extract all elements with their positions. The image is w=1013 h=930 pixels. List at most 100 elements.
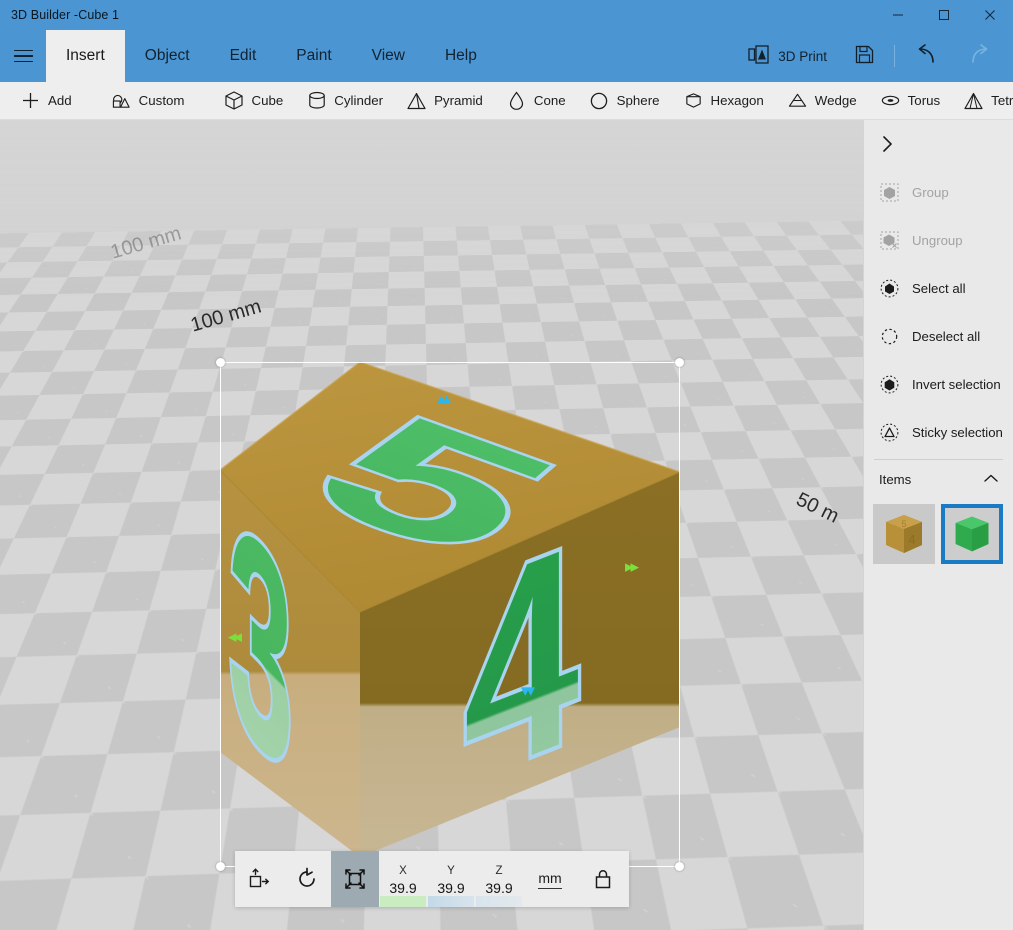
tab-insert[interactable]: Insert <box>46 30 125 82</box>
maximize-button[interactable] <box>921 0 967 30</box>
sidebar-item-select-all[interactable]: Select all <box>864 264 1013 312</box>
menu-divider <box>894 45 895 67</box>
rotate-tool-button[interactable] <box>283 851 331 907</box>
sticky-selection-icon <box>879 422 900 443</box>
tab-object[interactable]: Object <box>125 30 210 82</box>
item-thumb-die[interactable]: 5 4 <box>873 504 935 564</box>
save-icon <box>855 45 874 67</box>
selection-handle-bottom-right[interactable] <box>675 862 684 871</box>
chevron-up-icon[interactable] <box>983 472 999 487</box>
sphere-icon <box>590 91 609 110</box>
items-section-header[interactable]: Items <box>864 460 1013 498</box>
sidebar-item-group[interactable]: Group <box>864 168 1013 216</box>
tab-help-label: Help <box>444 47 477 64</box>
cube-icon <box>224 91 243 110</box>
sidebar-item-select-all-label: Select all <box>912 280 966 296</box>
ribbon-pyramid-label: Pyramid <box>434 93 483 108</box>
scale-y-axis-label: Y <box>447 864 455 877</box>
sidebar-item-deselect-all-label: Deselect all <box>912 328 981 344</box>
tab-paint[interactable]: Paint <box>276 30 351 82</box>
sidebar-item-group-label: Group <box>912 184 949 200</box>
scale-y-field[interactable]: Y 39.9 <box>427 851 475 907</box>
tab-view[interactable]: View <box>352 30 425 82</box>
close-button[interactable] <box>967 0 1013 30</box>
selection-bounding-box <box>216 358 684 871</box>
svg-text:5: 5 <box>901 519 906 529</box>
move-tool-icon <box>249 868 270 888</box>
ribbon-cube-label: Cube <box>251 93 284 108</box>
cylinder-icon <box>307 91 326 110</box>
chevron-right-icon <box>883 136 892 152</box>
ribbon-sphere-button[interactable]: Sphere <box>578 84 672 118</box>
ribbon-wedge-button[interactable]: Wedge <box>776 84 869 118</box>
group-icon <box>879 182 900 203</box>
hamburger-menu-icon[interactable] <box>0 30 46 82</box>
item-thumb-green-cube[interactable] <box>941 504 1003 564</box>
lock-aspect-button[interactable] <box>577 851 629 907</box>
selection-edge-top <box>220 362 680 363</box>
move-tool-button[interactable] <box>235 851 283 907</box>
insert-ribbon: Add Custom Cube Cylinder Pyramid Cone Sp… <box>0 82 1013 120</box>
ribbon-add-button[interactable]: Add <box>9 84 84 118</box>
selection-handle-top-right[interactable] <box>675 358 684 367</box>
selection-handle-top-left[interactable] <box>216 358 225 367</box>
ribbon-sphere-label: Sphere <box>616 93 660 108</box>
invert-selection-icon <box>879 374 900 395</box>
3d-print-button[interactable]: 3D Print <box>734 30 841 82</box>
sidebar-item-ungroup[interactable]: Ungroup <box>864 216 1013 264</box>
sidebar-item-ungroup-label: Ungroup <box>912 232 963 248</box>
unit-selector[interactable]: mm <box>523 851 577 907</box>
undo-icon <box>915 43 939 69</box>
ungroup-icon <box>879 230 900 251</box>
cone-icon <box>507 91 526 110</box>
rotate-tool-icon <box>299 867 315 887</box>
scale-x-value: 39.9 <box>389 879 417 896</box>
items-thumbnail-grid: 5 4 <box>864 498 1013 564</box>
custom-shape-icon <box>112 91 131 110</box>
selection-edge-left <box>220 362 221 867</box>
undo-button[interactable] <box>901 30 953 82</box>
ribbon-custom-label: Custom <box>138 93 185 108</box>
sidebar-item-invert-selection-label: Invert selection <box>912 376 1001 392</box>
scale-tool-button[interactable] <box>331 851 379 907</box>
tab-edit[interactable]: Edit <box>210 30 277 82</box>
torus-icon <box>881 91 900 110</box>
tab-paint-label: Paint <box>296 47 332 64</box>
sidebar-expand-button[interactable] <box>864 120 1013 168</box>
ribbon-cube-button[interactable]: Cube <box>212 84 295 118</box>
unit-label: mm <box>538 870 562 889</box>
select-all-icon <box>879 278 900 299</box>
ribbon-cylinder-button[interactable]: Cylinder <box>295 84 395 118</box>
tetrahedron-icon <box>964 91 983 110</box>
sidebar-item-sticky-selection[interactable]: Sticky selection <box>864 408 1013 456</box>
ribbon-hexagon-label: Hexagon <box>710 93 764 108</box>
ribbon-cone-button[interactable]: Cone <box>495 84 578 118</box>
right-sidebar: Group Ungroup Select all Deselect all In… <box>863 120 1013 930</box>
ribbon-hexagon-button[interactable]: Hexagon <box>672 84 776 118</box>
deselect-all-icon <box>879 326 900 347</box>
scale-x-field[interactable]: X 39.9 <box>379 851 427 907</box>
sidebar-item-deselect-all[interactable]: Deselect all <box>864 312 1013 360</box>
scale-z-highlight <box>476 896 522 907</box>
lock-icon <box>595 869 611 889</box>
sidebar-item-invert-selection[interactable]: Invert selection <box>864 360 1013 408</box>
selected-object-group[interactable]: 5 3 4 ◂◂ ▸▸ ▴▴ ▾▾ <box>210 352 690 872</box>
scale-z-value: 39.9 <box>485 879 513 896</box>
3d-viewport[interactable]: 100 mm 100 mm 50 m 5 3 4 ◂◂ ▸▸ ▴▴ ▾▾ X 3… <box>0 120 863 930</box>
scale-z-field[interactable]: Z 39.9 <box>475 851 523 907</box>
items-section-title: Items <box>879 471 912 487</box>
menu-actions: 3D Print <box>734 30 1013 82</box>
save-button[interactable] <box>841 30 888 82</box>
tab-help[interactable]: Help <box>425 30 497 82</box>
3d-print-icon <box>748 45 769 67</box>
ribbon-torus-button[interactable]: Torus <box>869 84 953 118</box>
ribbon-tetrahedron-label: Tetrahedron <box>991 93 1013 108</box>
ribbon-pyramid-button[interactable]: Pyramid <box>395 84 495 118</box>
scale-y-highlight <box>428 896 474 907</box>
ribbon-tetrahedron-button[interactable]: Tetrahedron <box>952 84 1013 118</box>
ribbon-wedge-label: Wedge <box>814 93 857 108</box>
redo-button[interactable] <box>953 30 1005 82</box>
ribbon-custom-button[interactable]: Custom <box>100 84 197 118</box>
selection-handle-bottom-left[interactable] <box>216 862 225 871</box>
minimize-button[interactable] <box>875 0 921 30</box>
